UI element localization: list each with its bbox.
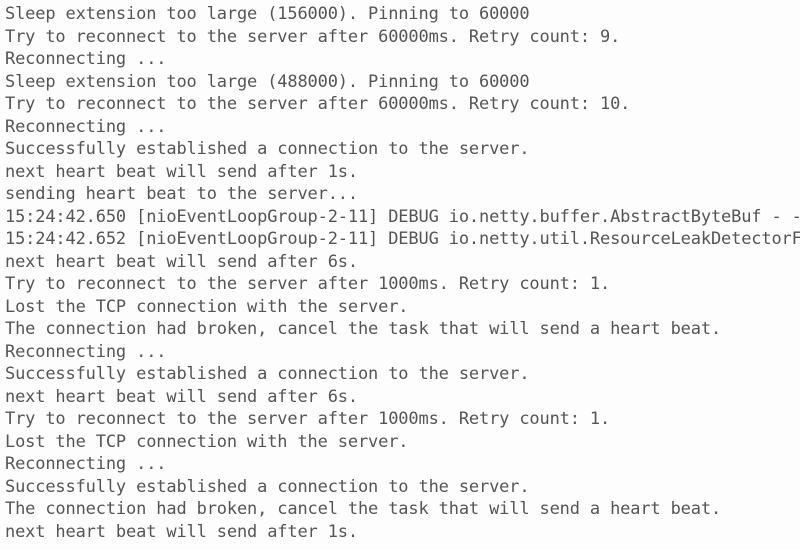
- log-line: Lost the TCP connection with the server.: [5, 431, 409, 452]
- log-line: The connection had broken, cancel the ta…: [5, 499, 722, 519]
- log-line: next heart beat will send after 6s.: [5, 251, 358, 272]
- log-line: Try to reconnect to the server after 600…: [5, 94, 631, 114]
- log-line: Try to reconnect to the server after 600…: [5, 26, 621, 47]
- log-line: next heart beat will send after 6s.: [5, 386, 358, 407]
- log-line: Successfully established a connection to…: [5, 476, 530, 497]
- log-line: next heart beat will send after 1s.: [5, 161, 358, 182]
- log-line: Try to reconnect to the server after 100…: [5, 274, 611, 294]
- log-line: Successfully established a connection to…: [5, 139, 530, 159]
- log-line: Reconnecting ...: [5, 341, 167, 362]
- log-line: Try to reconnect to the server after 100…: [5, 409, 611, 429]
- log-line: Sleep extension too large (156000). Pinn…: [5, 4, 530, 24]
- log-line: Successfully established a connection to…: [5, 364, 530, 384]
- log-line: Reconnecting ...: [5, 116, 167, 137]
- log-line-list: Sleep extension too large (156000). Pinn…: [5, 3, 800, 543]
- log-line: Lost the TCP connection with the server.: [5, 296, 409, 317]
- log-line: next heart beat will send after 1s.: [5, 521, 358, 542]
- log-line: Reconnecting ...: [5, 454, 167, 474]
- log-line: Reconnecting ...: [5, 49, 167, 69]
- log-line: sending heart beat to the server...: [5, 184, 358, 204]
- console-log-output[interactable]: Sleep extension too large (156000). Pinn…: [0, 0, 800, 549]
- log-line: 15:24:42.652 [nioEventLoopGroup-2-11] DE…: [5, 229, 800, 249]
- log-line: The connection had broken, cancel the ta…: [5, 319, 722, 339]
- log-line: Sleep extension too large (488000). Pinn…: [5, 71, 530, 92]
- log-line: 15:24:42.650 [nioEventLoopGroup-2-11] DE…: [5, 206, 800, 227]
